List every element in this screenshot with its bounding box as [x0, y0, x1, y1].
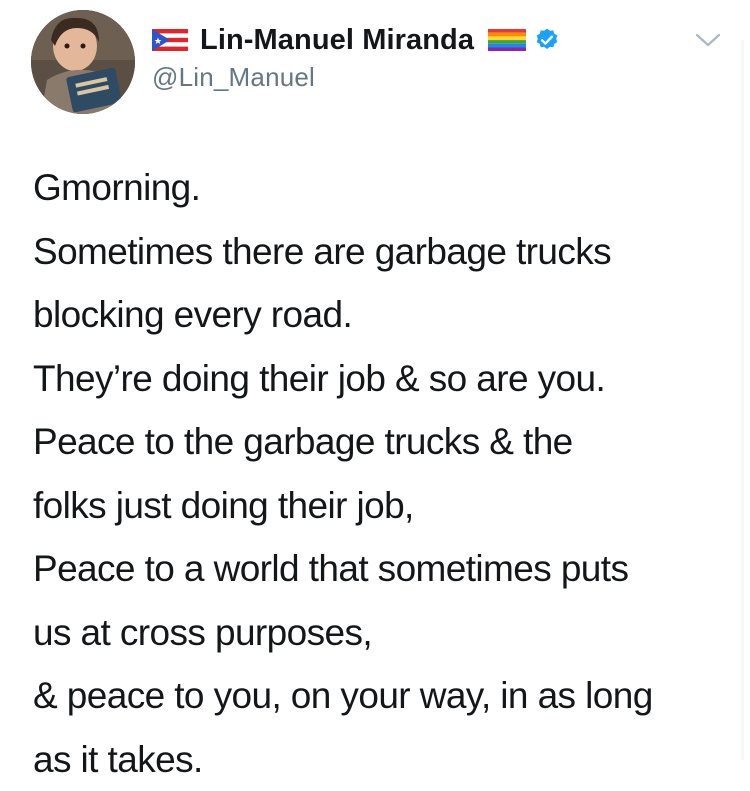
tweet-card: Lin-Manuel Miranda @Lin_Manuel — [0, 0, 750, 776]
scrollbar — [741, 40, 744, 760]
display-name[interactable]: Lin-Manuel Miranda — [200, 24, 474, 57]
tweet-line: blocking every road. — [33, 283, 733, 347]
tweet-header: Lin-Manuel Miranda @Lin_Manuel — [152, 22, 560, 93]
tweet-line: They’re doing their job & so are you. — [33, 347, 733, 411]
avatar[interactable] — [31, 10, 135, 114]
puerto-rico-flag-icon — [152, 29, 188, 51]
rainbow-flag-icon — [488, 29, 526, 51]
tweet-line: Gmorning. — [33, 156, 733, 220]
tweet-line: Peace to the garbage trucks & the — [33, 410, 733, 474]
user-handle[interactable]: @Lin_Manuel — [152, 62, 560, 93]
tweet-line: as it takes. — [33, 728, 733, 791]
chevron-down-icon[interactable] — [694, 30, 722, 50]
tweet-text: Gmorning. Sometimes there are garbage tr… — [33, 156, 733, 791]
tweet-line: Peace to a world that sometimes puts — [33, 537, 733, 601]
tweet-line: Sometimes there are garbage trucks — [33, 220, 733, 284]
tweet-line: folks just doing their job, — [33, 474, 733, 538]
tweet-line: us at cross purposes, — [33, 601, 733, 665]
name-row[interactable]: Lin-Manuel Miranda — [152, 22, 560, 58]
verified-badge-icon — [534, 27, 560, 53]
tweet-line: & peace to you, on your way, in as long — [33, 664, 733, 728]
